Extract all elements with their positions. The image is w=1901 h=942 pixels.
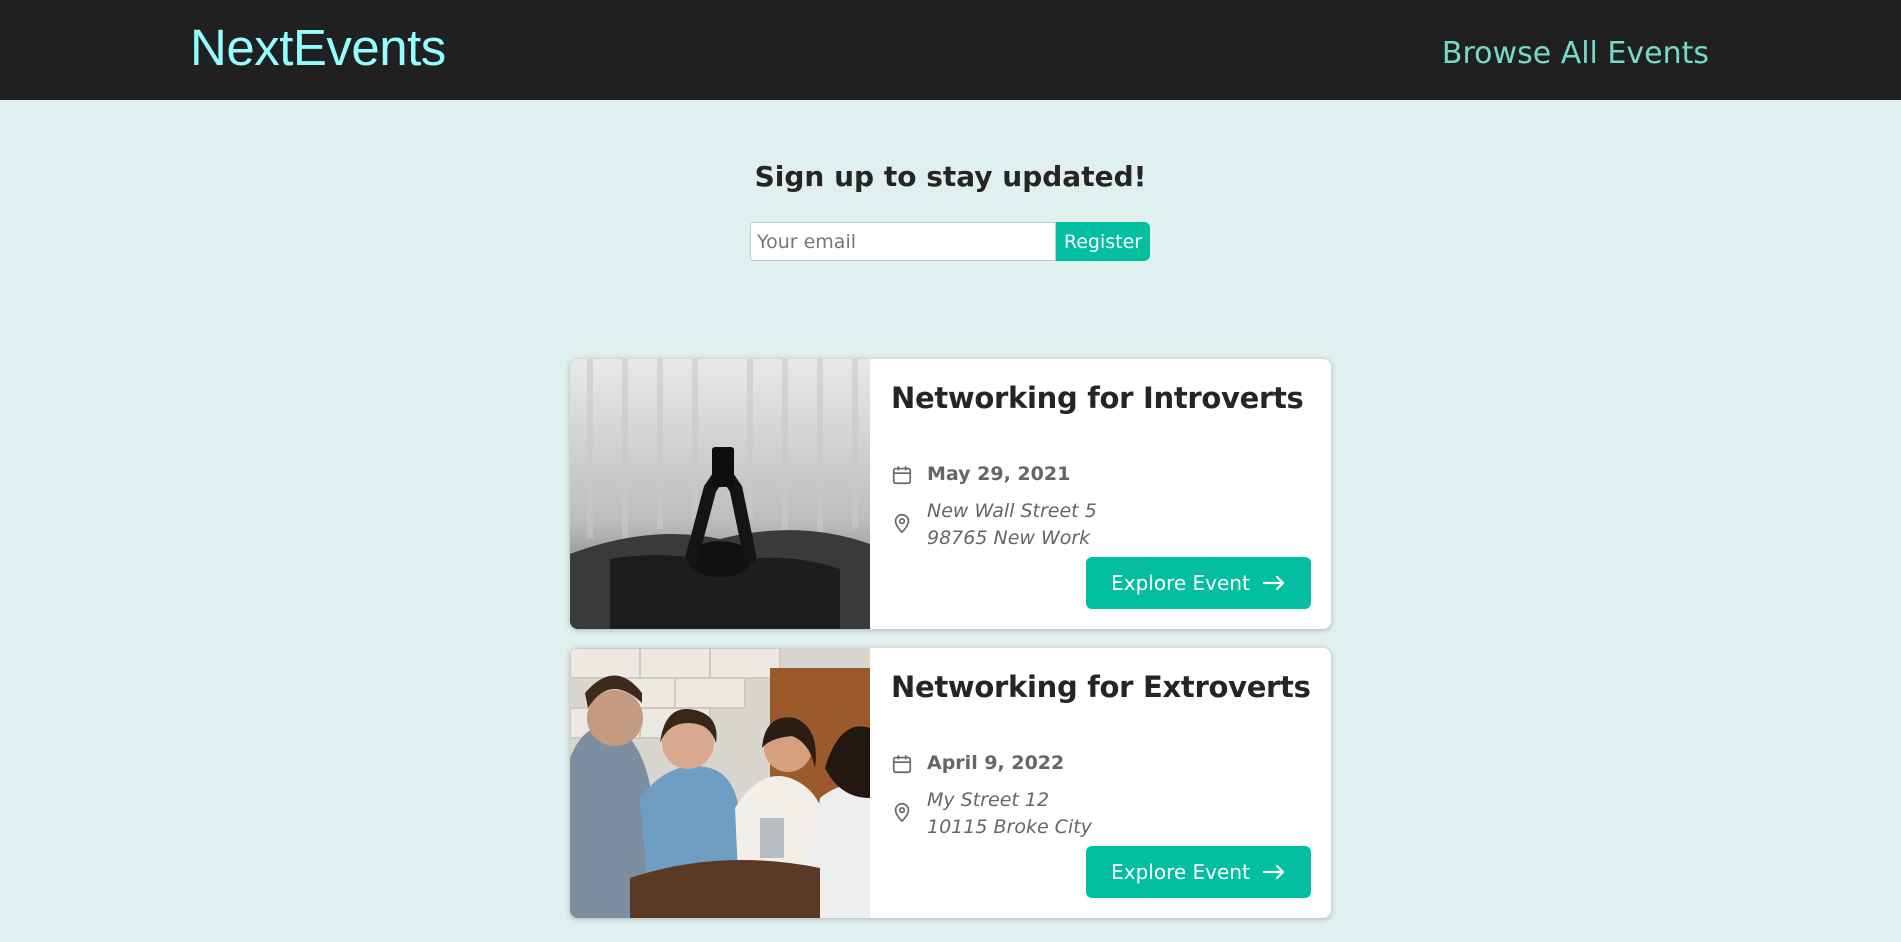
location-pin-icon	[894, 802, 910, 823]
event-content: Networking for Extroverts April 9, 2022 …	[891, 670, 1311, 898]
calendar-icon	[892, 755, 912, 774]
location-pin-icon	[894, 513, 910, 534]
event-date-row: May 29, 2021	[891, 461, 1070, 487]
arrow-right-icon	[1262, 575, 1284, 591]
site-header: NextEvents Browse All Events	[0, 0, 1901, 100]
event-title: Networking for Introverts	[891, 381, 1304, 415]
register-button[interactable]: Register	[1056, 222, 1150, 261]
browse-all-events-link[interactable]: Browse All Events	[1442, 36, 1709, 71]
event-date: May 29, 2021	[927, 463, 1071, 485]
event-content: Networking for Introverts May 29, 2021 N…	[891, 381, 1311, 609]
event-image	[570, 359, 870, 629]
logo-link[interactable]: NextEvents	[190, 18, 446, 77]
event-image	[570, 648, 870, 918]
event-address: My Street 12 10115 Broke City	[927, 787, 1092, 841]
signup-title: Sign up to stay updated!	[754, 160, 1147, 193]
address-line-2: 98765 New Work	[927, 527, 1091, 549]
address-line-1: New Wall Street 5	[927, 500, 1097, 522]
event-card: Networking for Extroverts April 9, 2022 …	[570, 648, 1331, 918]
explore-event-label: Explore Event	[1111, 860, 1250, 884]
event-address-row: My Street 12 10115 Broke City	[891, 787, 1092, 841]
signup-form: Register	[750, 222, 1150, 261]
arrow-right-icon	[1262, 864, 1284, 880]
event-date: April 9, 2022	[927, 752, 1065, 774]
explore-event-button[interactable]: Explore Event	[1086, 846, 1311, 898]
event-title: Networking for Extroverts	[891, 670, 1311, 704]
explore-event-label: Explore Event	[1111, 571, 1250, 595]
event-address-row: New Wall Street 5 98765 New Work	[891, 498, 1097, 552]
event-list: Networking for Introverts May 29, 2021 N…	[570, 359, 1331, 937]
event-address: New Wall Street 5 98765 New Work	[927, 498, 1097, 552]
address-line-1: My Street 12	[927, 789, 1050, 811]
email-input[interactable]	[750, 222, 1056, 261]
event-date-row: April 9, 2022	[891, 750, 1064, 776]
address-line-2: 10115 Broke City	[927, 816, 1092, 838]
newsletter-signup: Sign up to stay updated! Register	[0, 160, 1901, 261]
event-card: Networking for Introverts May 29, 2021 N…	[570, 359, 1331, 629]
calendar-icon	[892, 466, 912, 485]
explore-event-button[interactable]: Explore Event	[1086, 557, 1311, 609]
